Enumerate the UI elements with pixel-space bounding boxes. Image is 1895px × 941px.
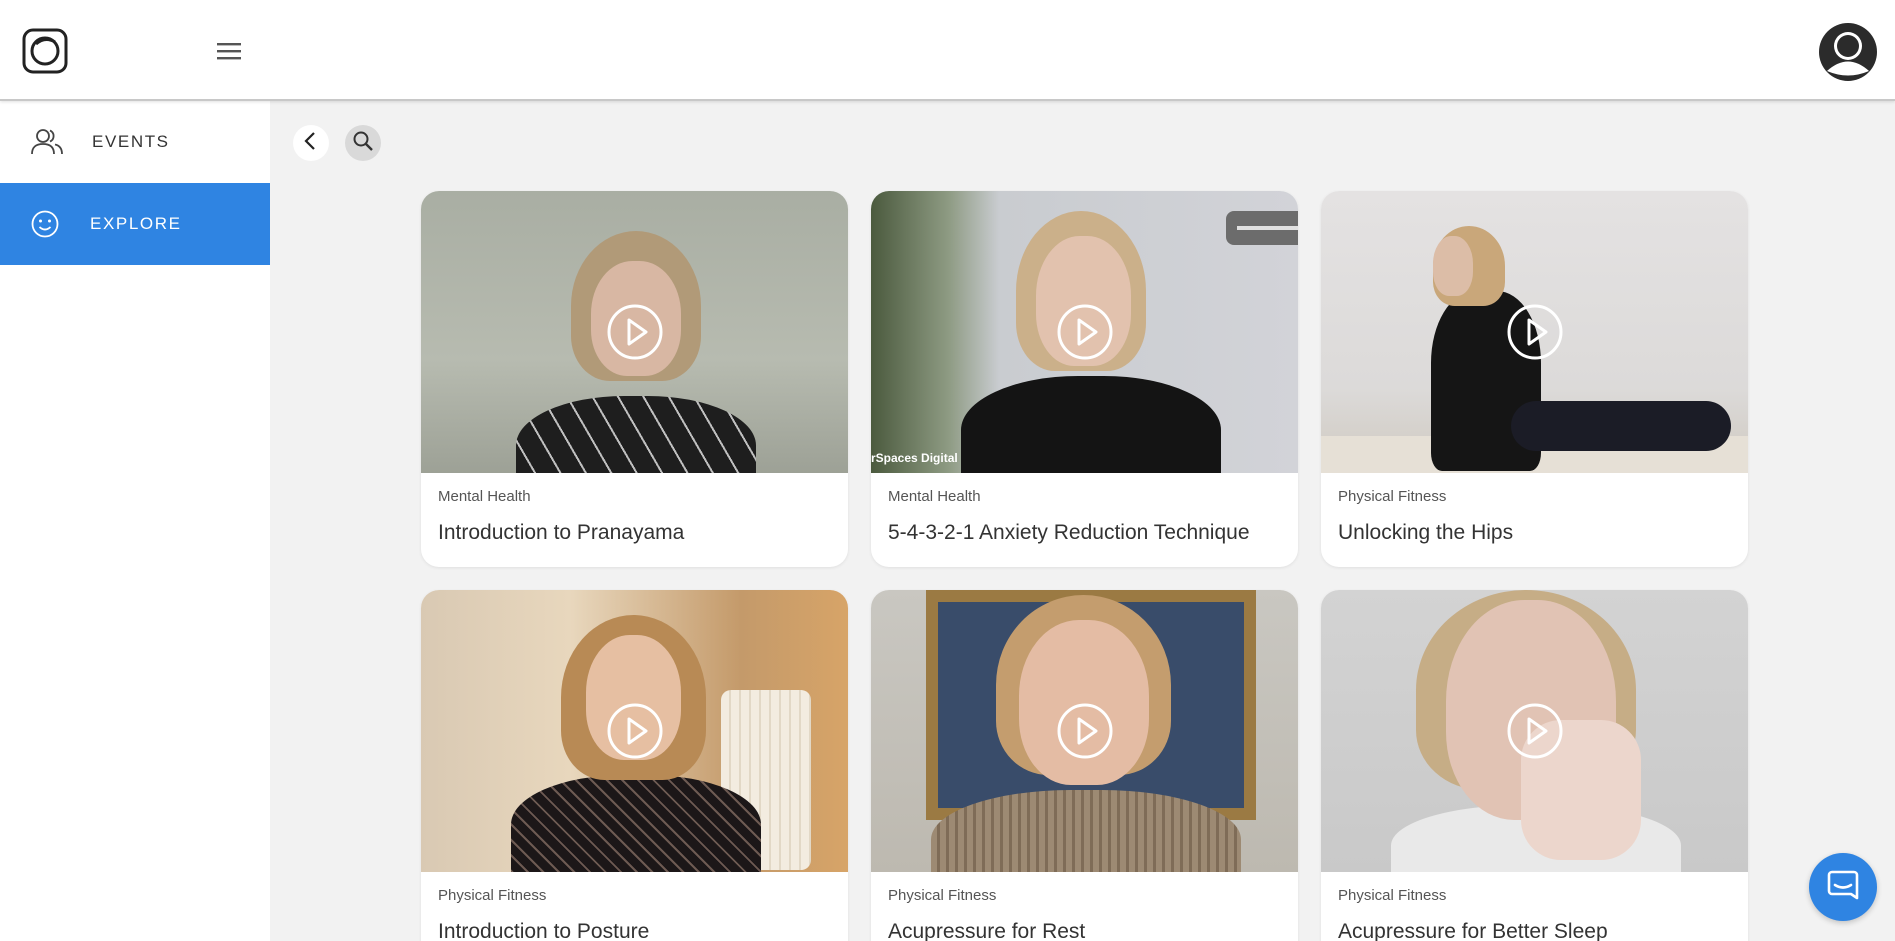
video-category: Physical Fitness xyxy=(1338,887,1447,904)
overlay-bar-line xyxy=(1237,226,1298,230)
main-content: Mental Health Introduction to Pranayama … xyxy=(270,101,1895,941)
video-card[interactable]: Physical Fitness Unlocking the Hips xyxy=(1321,191,1748,567)
play-icon[interactable] xyxy=(1056,702,1114,760)
video-category: Mental Health xyxy=(888,488,981,505)
video-grid: Mental Health Introduction to Pranayama … xyxy=(421,191,1751,941)
video-thumbnail[interactable]: rSpaces Digital xyxy=(871,191,1298,473)
video-title: Acupressure for Rest xyxy=(888,920,1086,941)
video-category: Mental Health xyxy=(438,488,531,505)
sidebar-item-label: EVENTS xyxy=(92,132,170,151)
search-icon xyxy=(352,130,374,157)
video-thumbnail[interactable] xyxy=(871,590,1298,872)
video-category: Physical Fitness xyxy=(1338,488,1447,505)
video-category: Physical Fitness xyxy=(888,887,997,904)
video-thumbnail[interactable] xyxy=(421,191,848,473)
search-button[interactable] xyxy=(345,125,381,161)
chat-bubble-icon xyxy=(1826,868,1860,907)
video-category: Physical Fitness xyxy=(438,887,547,904)
video-thumbnail[interactable] xyxy=(1321,191,1748,473)
video-title: Introduction to Posture xyxy=(438,920,650,941)
video-card[interactable]: Physical Fitness Acupressure for Better … xyxy=(1321,590,1748,941)
video-title: 5-4-3-2-1 Anxiety Reduction Technique xyxy=(888,521,1250,544)
video-title: Unlocking the Hips xyxy=(1338,521,1514,544)
back-button[interactable] xyxy=(293,125,329,161)
video-thumbnail[interactable] xyxy=(1321,590,1748,872)
play-icon[interactable] xyxy=(1506,702,1564,760)
video-title: Introduction to Pranayama xyxy=(438,521,685,544)
chat-launcher-button[interactable] xyxy=(1809,853,1877,921)
people-icon xyxy=(30,125,64,159)
app-logo-icon[interactable] xyxy=(22,28,68,74)
video-card[interactable]: Physical Fitness Introduction to Posture xyxy=(421,590,848,941)
video-card[interactable]: rSpaces Digital Mental Health 5-4-3-2-1 … xyxy=(871,191,1298,567)
play-icon[interactable] xyxy=(1506,303,1564,361)
smiley-icon xyxy=(28,207,62,241)
user-avatar-icon[interactable] xyxy=(1818,22,1878,82)
sidebar-item-label: EXPLORE xyxy=(90,214,182,233)
video-card[interactable]: Physical Fitness Acupressure for Rest xyxy=(871,590,1298,941)
sidebar-item-explore[interactable]: EXPLORE xyxy=(0,183,270,265)
sidebar: EVENTS EXPLORE xyxy=(0,101,270,941)
play-icon[interactable] xyxy=(606,702,664,760)
hamburger-menu-icon[interactable] xyxy=(214,38,244,64)
video-card[interactable]: Mental Health Introduction to Pranayama xyxy=(421,191,848,567)
top-bar xyxy=(0,0,1895,101)
video-overlay-text: rSpaces Digital xyxy=(871,451,958,465)
play-icon[interactable] xyxy=(1056,303,1114,361)
play-icon[interactable] xyxy=(606,303,664,361)
video-title: Acupressure for Better Sleep xyxy=(1338,920,1608,941)
chevron-left-icon xyxy=(302,131,320,156)
video-thumbnail[interactable] xyxy=(421,590,848,872)
sidebar-item-events[interactable]: EVENTS xyxy=(0,101,270,183)
